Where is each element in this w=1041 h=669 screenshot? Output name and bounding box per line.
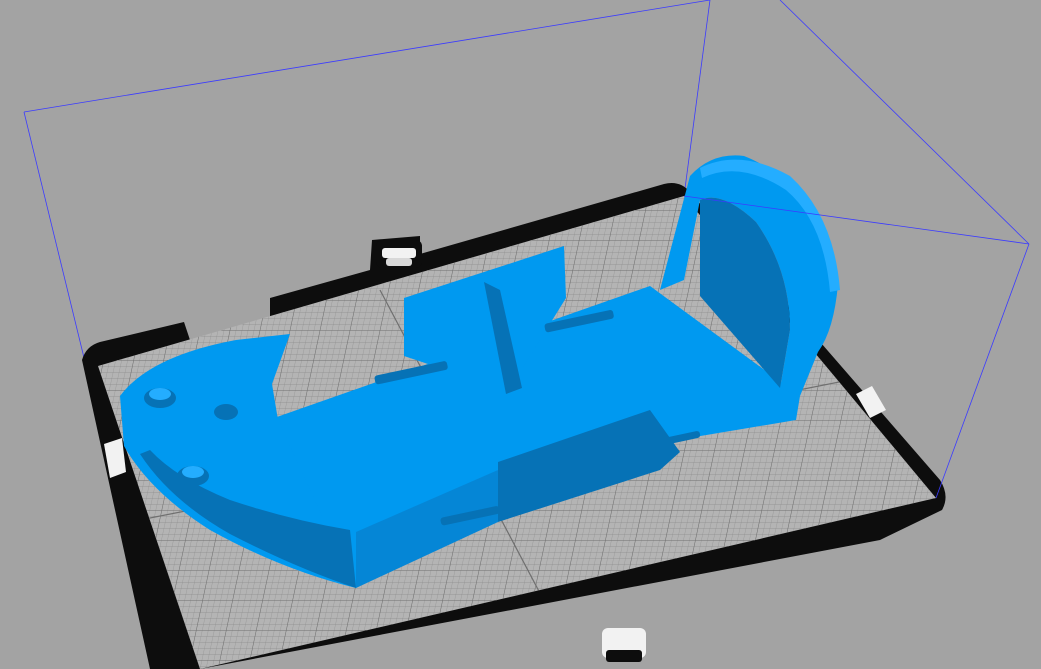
part-hole-3 [214,404,238,420]
3d-viewport[interactable] [0,0,1041,669]
part-hole-2 [177,466,209,486]
part-hole-1 [144,388,176,408]
bed-clip-back [376,240,422,268]
bed-clip-front [602,628,646,662]
